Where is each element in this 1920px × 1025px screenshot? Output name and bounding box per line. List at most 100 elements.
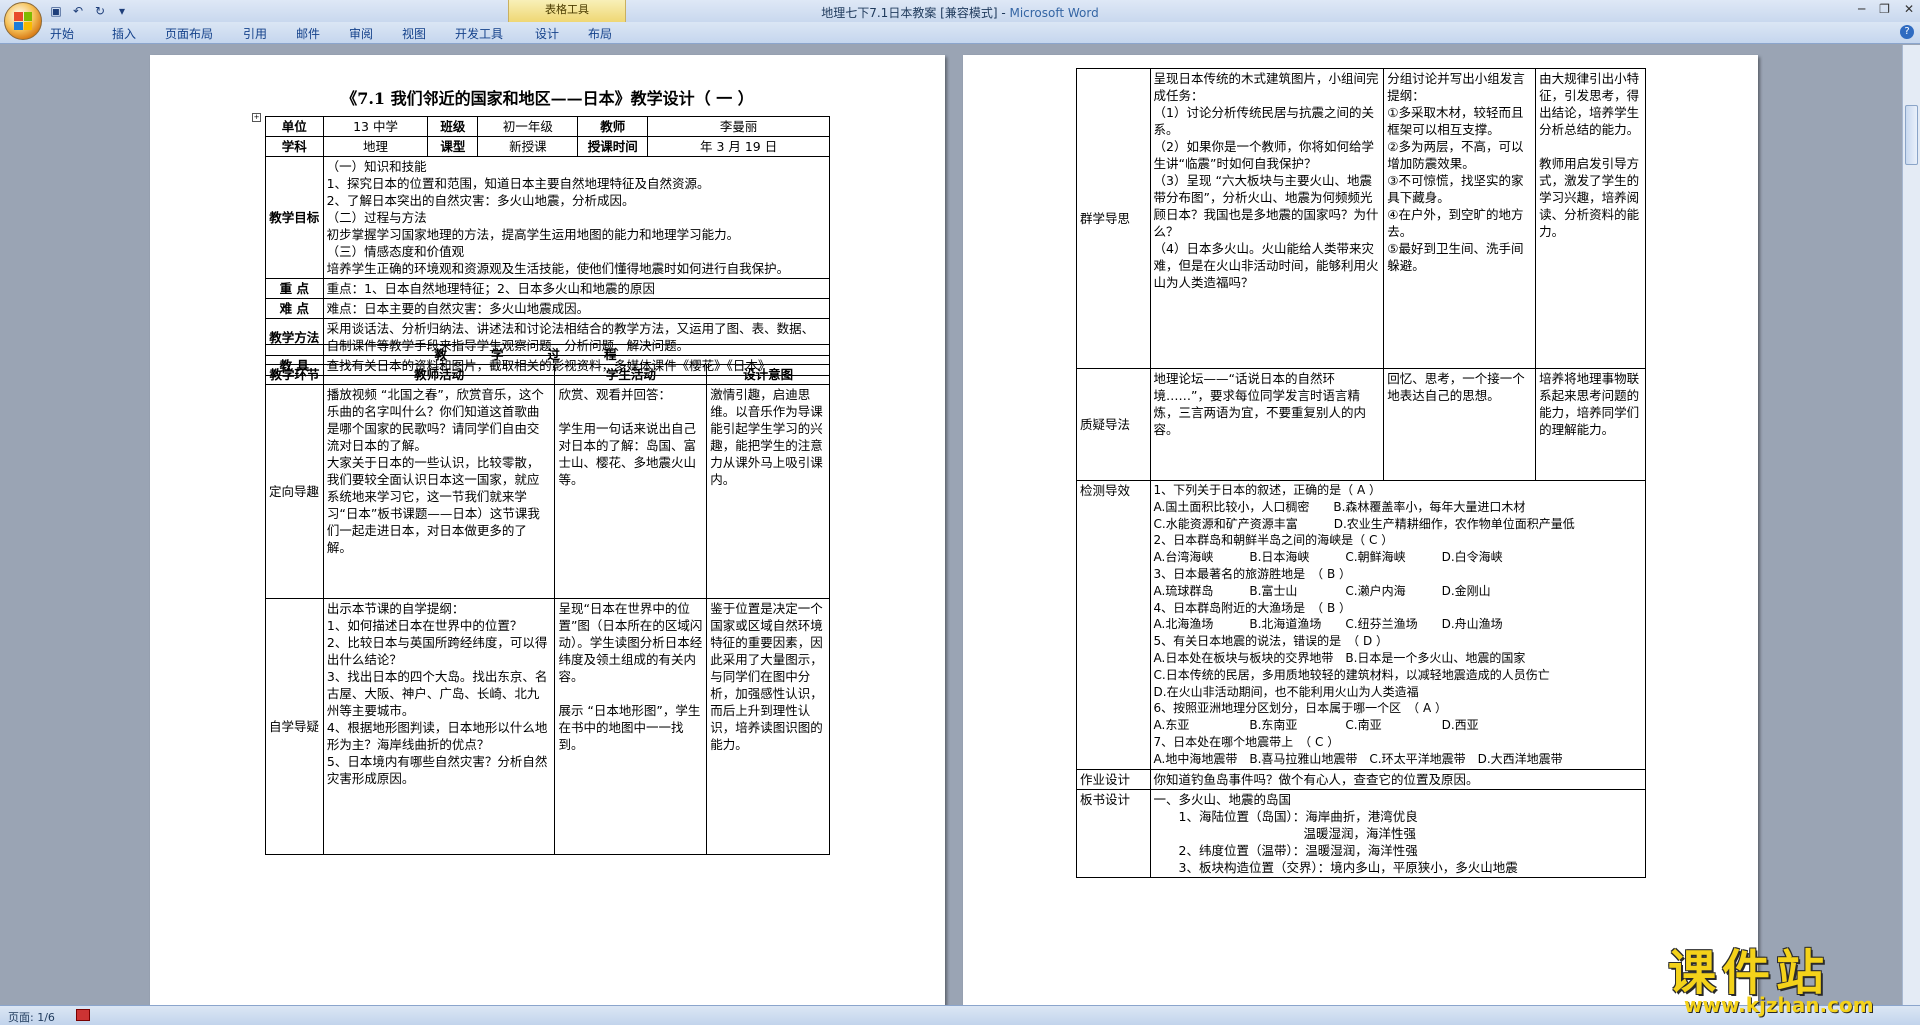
class-label: 班级 <box>427 116 479 137</box>
class-value: 初一年级 <box>477 116 579 137</box>
window-title: 地理七下7.1日本教案 [兼容模式] - Microsoft Word <box>821 6 1099 20</box>
test-line: C.水能资源和矿产资源丰富 D.农业生产精耕细作，农作物单位面积产量低 <box>1153 516 1575 531</box>
page-indicator[interactable]: 页面: 1/6 <box>8 1009 55 1025</box>
tab-view[interactable]: 视图 <box>402 25 426 42</box>
scrollbar-thumb[interactable] <box>1905 105 1918 165</box>
table-row: 重 点 重点：1、日本自然地理特征；2、日本多火山和地震的原因 <box>265 278 831 299</box>
lesson-info-table: 单位 13 中学 班级 初一年级 教师 李曼丽 学科 地理 课型 新授课 授课时… <box>265 116 831 376</box>
goals-text: （一）知识和技能 1、探究日本的位置和范围，知道日本主要自然地理特征及自然资源。… <box>322 156 831 279</box>
test-line: A.北海渔场 B.北海道渔场 C.纽芬兰渔场 D.舟山渔场 <box>1153 617 1503 632</box>
document-name: 地理七下7.1日本教案 [兼容模式] <box>821 6 998 20</box>
tab-layout[interactable]: 布局 <box>588 25 612 42</box>
process-table-continued: 群学导思 呈现日本传统的木式建筑图片，小组间完成任务： （1）讨论分析传统民居与… <box>1076 68 1647 878</box>
test-line: A.台湾海峡 B.日本海峡 C.朝鲜海峡 D.白令海峡 <box>1153 550 1503 565</box>
test-line: C.日本传统的民居，多用质地较轻的建筑材料，以减轻地震造成的人员伤亡 <box>1153 667 1550 682</box>
teacher-activity-cell: 地理论坛——“话说日本的自然环境……”，要求每位同学发言时语言精炼，三言两语为宜… <box>1149 368 1385 481</box>
design-intent-cell: 培养将地理事物联系起来思考问题的能力，培养同学们的理解能力。 <box>1535 368 1646 481</box>
key-text: 重点：1、日本自然地理特征；2、日本多火山和地震的原因 <box>322 278 831 299</box>
test-line: A.国土面积比较小，人口稠密 B.森林覆盖率小，每年大量进口木材 <box>1153 499 1526 514</box>
stage-cell: 检测导效 <box>1076 480 1151 770</box>
document-title: 《7.1 我们邻近的国家和地区——日本》教学设计（ 一 ） <box>341 89 754 108</box>
tab-mailings[interactable]: 邮件 <box>296 25 320 42</box>
test-line: 1、下列关于日本的叙述，正确的是（ A ） <box>1153 483 1382 497</box>
status-bar: 页面: 1/6 <box>0 1005 1920 1025</box>
board-design-text: 一、多火山、地震的岛国 1、海陆位置（岛国）：海岸曲折，港湾优良 温暖湿润，海洋… <box>1149 788 1647 878</box>
column-header: 教学环节 <box>265 364 324 385</box>
close-icon[interactable]: ✕ <box>1904 2 1914 16</box>
type-value: 新授课 <box>477 136 579 157</box>
document-page-1: 《7.1 我们邻近的国家和地区——日本》教学设计（ 一 ） + 单位 13 中学… <box>150 55 945 1005</box>
column-header: 学生活动 <box>554 364 708 385</box>
test-questions-cell: 1、下列关于日本的叙述，正确的是（ A ） A.国土面积比较小，人口稠密 B.森… <box>1149 480 1647 770</box>
table-row: 检测导效 1、下列关于日本的叙述，正确的是（ A ） A.国土面积比较小，人口稠… <box>1076 480 1647 770</box>
office-button[interactable] <box>4 2 42 40</box>
stage-cell: 定向导趣 <box>265 384 324 599</box>
unit-value: 13 中学 <box>322 116 429 137</box>
tab-developer[interactable]: 开发工具 <box>455 25 503 42</box>
table-move-handle-icon[interactable]: + <box>252 113 261 122</box>
app-name: Microsoft Word <box>1009 6 1099 20</box>
tab-design[interactable]: 设计 <box>535 25 559 42</box>
teacher-activity-cell: 出示本节课的自学提纲： 1、如何描述日本在世界中的位置？ 2、比较日本与英国所跨… <box>322 598 556 855</box>
test-line: A.琉球群岛 B.富士山 C.濑户内海 D.金刚山 <box>1153 583 1491 598</box>
window-controls: ─ ❐ ✕ <box>1858 2 1914 16</box>
minimize-icon[interactable]: ─ <box>1858 2 1865 16</box>
table-row: 群学导思 呈现日本传统的木式建筑图片，小组间完成任务： （1）讨论分析传统民居与… <box>1076 68 1646 369</box>
teacher-activity-cell: 呈现日本传统的木式建筑图片，小组间完成任务： （1）讨论分析传统民居与抗震之间的… <box>1149 68 1385 369</box>
unit-label: 单位 <box>265 116 324 137</box>
title-bar: ▣ ↶ ↻ ▾ 表格工具 地理七下7.1日本教案 [兼容模式] - Micros… <box>0 0 1920 40</box>
maximize-icon[interactable]: ❐ <box>1879 2 1890 16</box>
process-heading: 教学过程 <box>265 344 830 365</box>
tab-references[interactable]: 引用 <box>243 25 267 42</box>
test-line: 7、日本处在哪个地震带上 （ C ） <box>1153 734 1340 749</box>
subject-label: 学科 <box>265 136 324 157</box>
subject-value: 地理 <box>322 136 429 157</box>
spelling-check-icon[interactable] <box>76 1009 90 1021</box>
stage-cell: 群学导思 <box>1076 68 1151 369</box>
teacher-label: 教师 <box>577 116 649 137</box>
test-line: D.在火山非活动期间，也不能利用火山为人类造福 <box>1153 684 1419 699</box>
teacher-value: 李曼丽 <box>647 116 830 137</box>
tab-insert[interactable]: 插入 <box>112 25 136 42</box>
test-line: A.地中海地震带 B.喜马拉雅山地震带 C.环太平洋地震带 D.大西洋地震带 <box>1153 751 1563 766</box>
time-label: 授课时间 <box>577 136 649 157</box>
help-icon[interactable]: ? <box>1900 25 1914 39</box>
stage-cell: 质疑导法 <box>1076 368 1151 481</box>
design-intent-cell: 激情引趣，启迪思维。以音乐作为导课能引起学生学习的兴趣，能把学生的注意力从课外马… <box>706 384 830 599</box>
design-intent-cell: 鉴于位置是决定一个国家或区域自然环境特征的重要因素，因此采用了大量图示，与同学们… <box>706 598 830 855</box>
table-row: 作业设计 你知道钓鱼岛事件吗？做个有心人，查查它的位置及原因。 <box>1076 768 1647 790</box>
table-row: 教学目标 （一）知识和技能 1、探究日本的位置和范围，知道日本主要自然地理特征及… <box>265 156 831 279</box>
homework-text: 你知道钓鱼岛事件吗？做个有心人，查查它的位置及原因。 <box>1149 768 1647 790</box>
student-activity-cell: 回忆、思考，一个接一个地表达自己的思想。 <box>1383 368 1537 481</box>
document-page-2: 群学导思 呈现日本传统的木式建筑图片，小组间完成任务： （1）讨论分析传统民居与… <box>963 55 1758 1005</box>
test-line: 2、日本群岛和朝鲜半岛之间的海峡是（ C ） <box>1153 533 1394 548</box>
test-line: 5、有关日本地震的说法，错误的是 （ D ） <box>1153 634 1389 649</box>
tab-page-layout[interactable]: 页面布局 <box>165 25 213 42</box>
goals-label: 教学目标 <box>265 156 324 279</box>
teacher-activity-cell: 播放视频 “北国之春”，欣赏音乐，这个乐曲的名字叫什么？你们知道这首歌曲是哪个国… <box>322 384 556 599</box>
test-line: 6、按照亚洲地理分区划分，日本属于哪一个区 （ A ） <box>1153 701 1448 716</box>
table-row: 教学过程 <box>265 344 830 365</box>
design-intent-cell: 由大规律引出小特征，引发思考，得出结论，培养学生分析总结的能力。 教师用启发引导… <box>1535 68 1646 369</box>
tab-review[interactable]: 审阅 <box>349 25 373 42</box>
test-line: A.日本处在板块与板块的交界地带 B.日本是一个多火山、地震的国家 <box>1153 650 1526 665</box>
type-label: 课型 <box>427 136 479 157</box>
stage-cell: 自学导疑 <box>265 598 324 855</box>
table-row: 自学导疑 出示本节课的自学提纲： 1、如何描述日本在世界中的位置？ 2、比较日本… <box>265 598 830 855</box>
column-header: 教师活动 <box>322 364 556 385</box>
column-header: 设计意图 <box>706 364 830 385</box>
table-row: 学科 地理 课型 新授课 授课时间 年 3 月 19 日 <box>265 136 830 157</box>
stage-cell: 作业设计 <box>1076 768 1151 790</box>
key-label: 重 点 <box>265 278 324 299</box>
vertical-scrollbar[interactable] <box>1902 45 1920 1005</box>
test-line: 4、日本群岛附近的大渔场是 （ B ） <box>1153 600 1352 615</box>
difficulty-text: 难点：日本主要的自然灾害：多火山地震成因。 <box>322 298 831 319</box>
student-activity-cell: 呈现“日本在世界中的位置”图（日本所在的区域闪动）。学生读图分析日本经纬度及领土… <box>554 598 708 855</box>
test-line: 3、日本最著名的旅游胜地是 （ B ） <box>1153 566 1352 581</box>
table-row: 板书设计 一、多火山、地震的岛国 1、海陆位置（岛国）：海岸曲折，港湾优良 温暖… <box>1076 788 1647 878</box>
time-value: 年 3 月 19 日 <box>647 136 830 157</box>
stage-cell: 板书设计 <box>1076 788 1151 878</box>
table-row: 单位 13 中学 班级 初一年级 教师 李曼丽 <box>265 116 830 137</box>
tab-home[interactable]: 开始 <box>50 25 74 42</box>
document-workspace: 《7.1 我们邻近的国家和地区——日本》教学设计（ 一 ） + 单位 13 中学… <box>0 45 1902 1005</box>
